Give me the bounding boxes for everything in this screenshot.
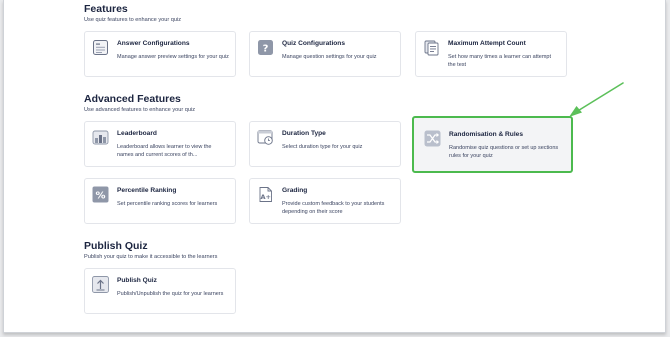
card-description: Provide custom feedback to your students… [282,201,385,215]
question-mark-icon: ? [257,39,274,56]
card-description: Publish/Unpublish the quiz for your lear… [117,291,224,297]
advanced-features-subtitle: Use advanced features to enhance your qu… [84,107,196,113]
quiz-configurations-card[interactable]: ? Quiz Configurations Manage question se… [249,31,401,77]
publish-quiz-heading: Publish Quiz [84,240,148,252]
card-title: Percentile Ranking [117,187,177,194]
timer-window-icon [257,129,274,146]
card-title: Answer Configurations [117,40,190,47]
features-heading: Features [84,3,128,15]
card-title: Quiz Configurations [282,40,346,47]
leaderboard-icon [92,129,109,146]
card-description: Leaderboard allows learner to view the n… [117,144,212,158]
card-title: Randomisation & Rules [449,131,524,138]
upload-arrow-icon [92,276,109,293]
card-title: Duration Type [282,130,326,137]
answer-configurations-card[interactable]: Answer Configurations Manage answer prev… [84,31,236,77]
percentile-ranking-card[interactable]: % Percentile Ranking Set percentile rank… [84,178,236,224]
features-subtitle: Use quiz features to enhance your quiz [84,17,182,23]
card-description: Manage answer preview settings for your … [117,54,229,60]
advanced-features-heading: Advanced Features [84,93,181,105]
card-description: Set percentile ranking scores for learne… [117,201,218,207]
card-description: Set how many times a learner can attempt… [448,54,552,68]
card-title: Publish Quiz [117,277,157,284]
duration-type-card[interactable]: Duration Type Select duration type for y… [249,121,401,167]
card-title: Leaderboard [117,130,157,137]
grade-letter-icon: A+ [257,186,274,203]
card-title: Grading [282,187,308,194]
leaderboard-card[interactable]: Leaderboard Leaderboard allows learner t… [84,121,236,167]
svg-text:?: ? [263,44,269,55]
card-description: Randomise quiz questions or set up secti… [449,145,559,159]
svg-text:A+: A+ [260,193,270,201]
randomisation-rules-card[interactable]: Randomisation & Rules Randomise quiz que… [412,116,573,173]
document-stack-icon [423,39,440,56]
answer-config-icon [92,39,109,56]
svg-text:%: % [95,191,105,202]
card-description: Select duration type for your quiz [282,144,363,150]
grading-card[interactable]: A+ Grading Provide custom feedback to yo… [249,178,401,224]
quiz-settings-page: Features Use quiz features to enhance yo… [3,0,666,333]
card-title: Maximum Attempt Count [448,40,526,47]
percent-icon: % [92,186,109,203]
maximum-attempt-count-card[interactable]: Maximum Attempt Count Set how many times… [415,31,567,77]
shuffle-icon [424,130,441,147]
publish-quiz-subtitle: Publish your quiz to make it accessible … [84,254,218,260]
card-description: Manage question settings for your quiz [282,54,377,60]
publish-quiz-card[interactable]: Publish Quiz Publish/Unpublish the quiz … [84,268,236,314]
